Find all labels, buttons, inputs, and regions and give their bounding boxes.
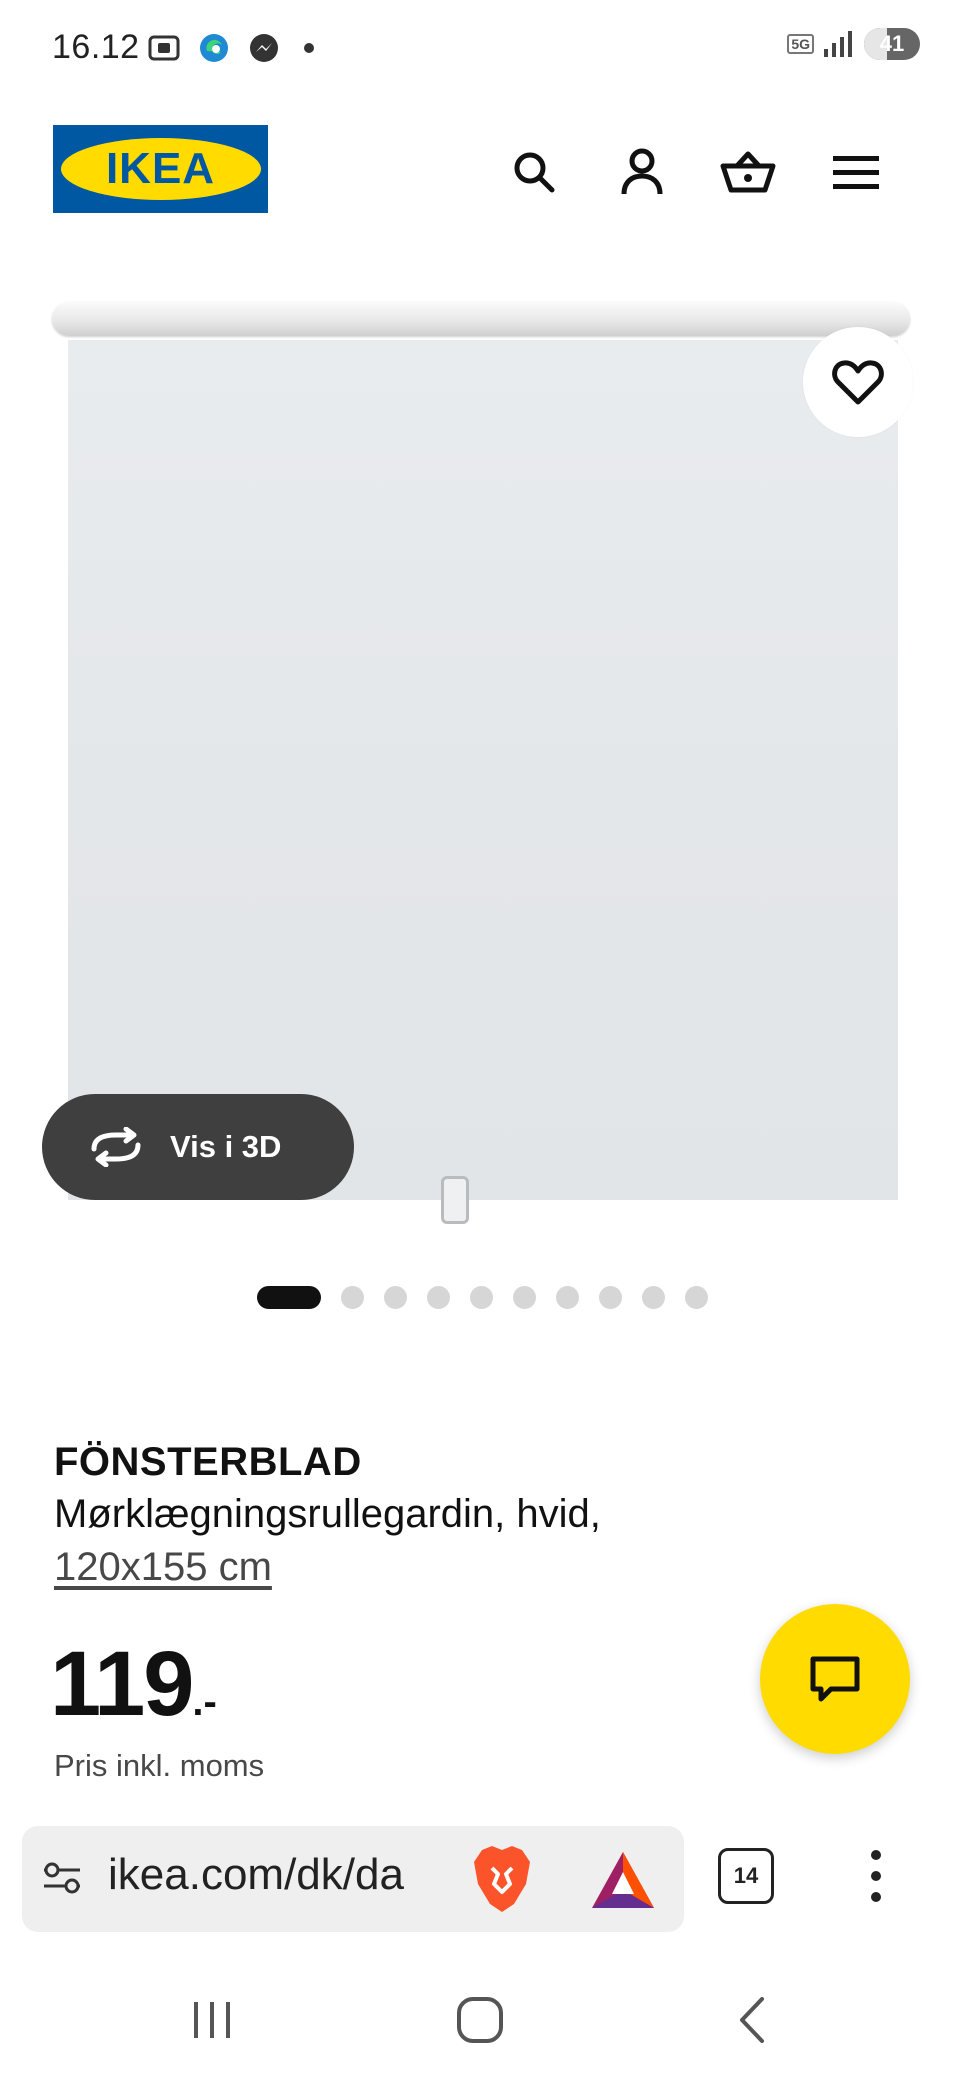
menu-button[interactable] bbox=[824, 140, 888, 204]
browser-menu-button[interactable] bbox=[856, 1846, 896, 1906]
cart-button[interactable] bbox=[716, 140, 780, 204]
rotate-3d-icon bbox=[91, 1127, 141, 1167]
roller-tube bbox=[52, 302, 910, 336]
price-note: Pris inkl. moms bbox=[54, 1748, 265, 1783]
product-price: 119 .- bbox=[50, 1632, 217, 1737]
site-settings-icon[interactable] bbox=[40, 1856, 84, 1900]
url-text[interactable]: ikea.com/dk/da bbox=[108, 1850, 468, 1900]
address-bar[interactable]: ikea.com/dk/da bbox=[22, 1826, 684, 1932]
site-header: IKEA bbox=[0, 110, 960, 230]
edge-browser-icon bbox=[196, 30, 232, 66]
messenger-icon bbox=[246, 30, 282, 66]
price-integer: 119 bbox=[50, 1633, 194, 1735]
logo-text: IKEA bbox=[105, 144, 216, 193]
back-button[interactable] bbox=[712, 1980, 792, 2060]
product-image[interactable] bbox=[68, 340, 898, 1200]
account-button[interactable] bbox=[610, 140, 674, 204]
system-navigation-bar bbox=[0, 1960, 960, 2080]
price-suffix: .- bbox=[192, 1680, 217, 1724]
status-time: 16.12 bbox=[52, 28, 140, 66]
status-bar: 16.12 5G 41 bbox=[0, 0, 960, 96]
chat-bubble-icon bbox=[810, 1656, 860, 1702]
back-icon bbox=[740, 1997, 764, 2043]
home-button[interactable] bbox=[440, 1980, 520, 2060]
menu-dot bbox=[871, 1892, 881, 1902]
battery-percent: 41 bbox=[879, 31, 905, 56]
signal-icon bbox=[824, 31, 852, 57]
product-size-link[interactable]: 120x155 cm bbox=[54, 1545, 272, 1590]
carousel-dot[interactable] bbox=[470, 1286, 493, 1309]
view-in-3d-button[interactable]: Vis i 3D bbox=[42, 1094, 354, 1200]
menu-dot bbox=[871, 1850, 881, 1860]
ikea-logo[interactable]: IKEA bbox=[53, 125, 268, 213]
search-icon bbox=[514, 152, 555, 193]
product-name: FÖNSTERBLAD bbox=[54, 1440, 362, 1484]
carousel-dot[interactable] bbox=[384, 1286, 407, 1309]
carousel-dot[interactable] bbox=[513, 1286, 536, 1309]
carousel-dot[interactable] bbox=[685, 1286, 708, 1309]
chat-button[interactable] bbox=[760, 1604, 910, 1754]
carousel-dot[interactable] bbox=[599, 1286, 622, 1309]
image-carousel-dots bbox=[257, 1286, 708, 1309]
cart-icon bbox=[720, 151, 776, 193]
heart-icon bbox=[832, 360, 884, 405]
favorite-button[interactable] bbox=[803, 327, 913, 437]
carousel-dot[interactable] bbox=[341, 1286, 364, 1309]
carousel-dot-active[interactable] bbox=[257, 1286, 321, 1309]
carousel-dot[interactable] bbox=[642, 1286, 665, 1309]
brave-rewards-icon[interactable] bbox=[590, 1850, 656, 1910]
menu-dot bbox=[871, 1871, 881, 1881]
view-in-3d-label: Vis i 3D bbox=[170, 1129, 282, 1164]
pull-handle bbox=[441, 1176, 469, 1224]
carousel-dot[interactable] bbox=[556, 1286, 579, 1309]
home-icon bbox=[457, 1997, 503, 2043]
product-description: Mørklægningsrullegardin, hvid, bbox=[54, 1492, 601, 1536]
brave-shields-icon[interactable] bbox=[470, 1844, 534, 1914]
system-status: 5G 41 bbox=[787, 28, 920, 60]
network-type: 5G bbox=[787, 34, 814, 54]
recent-apps-button[interactable] bbox=[172, 1980, 252, 2060]
battery-indicator: 41 bbox=[864, 28, 920, 60]
screenshot-icon bbox=[146, 30, 182, 66]
notification-icons bbox=[146, 30, 314, 66]
logo-oval: IKEA bbox=[60, 138, 261, 200]
hamburger-menu-icon bbox=[833, 156, 879, 189]
recent-apps-icon bbox=[194, 2002, 230, 2038]
browser-toolbar: ikea.com/dk/da 14 bbox=[0, 1818, 960, 1938]
more-notifications-dot bbox=[304, 43, 314, 53]
account-icon bbox=[621, 148, 663, 195]
tab-switcher-button[interactable]: 14 bbox=[718, 1848, 774, 1904]
carousel-dot[interactable] bbox=[427, 1286, 450, 1309]
search-button[interactable] bbox=[502, 140, 566, 204]
